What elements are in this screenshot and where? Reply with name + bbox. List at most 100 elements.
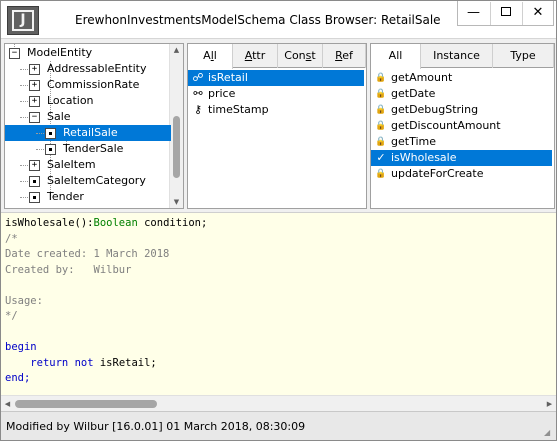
maximize-button[interactable]	[490, 2, 521, 25]
method-item[interactable]: 🔒 getTime	[371, 134, 552, 150]
lock-icon: 🔒	[375, 89, 387, 99]
properties-tab-label: t	[311, 49, 316, 62]
code-token: Date created: 1 March 2018	[5, 248, 170, 260]
method-item[interactable]: 🔒 updateForCreate	[371, 166, 552, 182]
expand-icon[interactable]: +	[29, 64, 40, 75]
code-token: isWholesale():	[5, 217, 94, 229]
class-browser-window: J ErewhonInvestmentsModelSchema Class Br…	[0, 0, 557, 441]
properties-tab[interactable]: Const	[278, 44, 323, 68]
methods-tab[interactable]: All	[371, 44, 421, 69]
expand-icon[interactable]: +	[29, 96, 40, 107]
method-item[interactable]: 🔒 getDate	[371, 86, 552, 102]
code-line: begin	[5, 340, 37, 355]
code-token: isRetail;	[93, 356, 157, 369]
resize-grip-icon[interactable]: ◢	[544, 428, 554, 438]
close-button[interactable]: ✕	[522, 2, 553, 25]
collapse-icon[interactable]: −	[29, 112, 40, 123]
editor-scroll-thumb[interactable]	[15, 400, 157, 408]
properties-tab[interactable]: Attr	[233, 44, 278, 68]
scroll-right-icon[interactable]: ▶	[543, 396, 556, 411]
code-token: condition;	[137, 217, 208, 229]
code-line: */	[5, 309, 18, 324]
methods-tab-label: All	[388, 49, 403, 62]
class-tree-item-label: Location	[47, 94, 94, 107]
lock-icon: 🔒	[375, 121, 387, 131]
maximize-icon	[501, 7, 511, 16]
scroll-up-icon[interactable]: ▲	[170, 44, 183, 56]
code-line: Created by: Wilbur	[5, 263, 131, 278]
properties-tabs: All Attr Const Ref	[188, 44, 366, 69]
method-item[interactable]: 🔒 getAmount	[371, 70, 552, 86]
reference-icon: ⚯	[193, 87, 203, 100]
title-bar[interactable]: J ErewhonInvestmentsModelSchema Class Br…	[1, 1, 556, 39]
app-icon[interactable]: J	[7, 6, 39, 35]
class-tree-item-label: TenderSale	[63, 142, 124, 155]
leaf-node-icon	[29, 192, 40, 203]
properties-panel: All Attr Const Ref ☍ isRetail ⚯ price ⚷ timeStam…	[187, 43, 367, 209]
tree-vertical-scrollbar[interactable]: ▲ ▼	[169, 44, 183, 208]
class-tree-item-label: SaleItemCategory	[47, 174, 146, 187]
tree-scroll-thumb[interactable]	[173, 116, 180, 178]
properties-tab-label: A	[203, 49, 211, 62]
class-tree-item[interactable]: + AddressableEntity	[5, 61, 171, 77]
code-line: end;	[5, 371, 30, 386]
method-item[interactable]: ✓ isWholesale	[371, 150, 552, 166]
properties-tab-label: A	[244, 49, 253, 62]
properties-tab[interactable]: Ref	[323, 44, 366, 68]
class-tree-item-label: CommissionRate	[47, 78, 140, 91]
code-token: /*	[5, 232, 18, 245]
lock-icon: 🔒	[375, 169, 387, 179]
methods-tab[interactable]: Type	[493, 44, 554, 68]
code-line: return not isRetail;	[5, 356, 157, 371]
class-tree-item[interactable]: + CommissionRate	[5, 77, 171, 93]
code-token: not	[74, 356, 94, 369]
class-tree-item[interactable]: RetailSale	[5, 125, 171, 141]
class-tree-panel[interactable]: ▲ ▼ − ModelEntity + AddressableEntity + Commi…	[4, 43, 184, 209]
property-item[interactable]: ⚯ price	[188, 86, 364, 102]
method-source-editor[interactable]: ◀ ▶ isWholesale():Boolean condition;/* Da…	[1, 212, 556, 411]
properties-tab-label: l	[213, 49, 217, 62]
method-item-label: getDiscountAmount	[391, 119, 501, 132]
check-icon: ✓	[376, 151, 386, 164]
scroll-down-icon[interactable]: ▼	[170, 196, 183, 208]
code-token: end;	[5, 372, 31, 384]
methods-tab-label: Type	[510, 49, 536, 62]
property-item[interactable]: ☍ isRetail	[188, 70, 364, 86]
method-item[interactable]: 🔒 getDebugString	[371, 102, 552, 118]
code-token: return	[30, 356, 69, 369]
methods-tabs: All Instance Type	[371, 44, 554, 69]
window-title: ErewhonInvestmentsModelSchema Class Brow…	[75, 13, 441, 27]
property-item[interactable]: ⚷ timeStamp	[188, 102, 364, 118]
lock-icon: 🔒	[375, 73, 387, 83]
class-tree-item[interactable]: + SaleItem	[5, 157, 171, 173]
class-tree-item[interactable]: + Location	[5, 93, 171, 109]
expand-icon[interactable]: +	[29, 160, 40, 171]
methods-panel: All Instance Type 🔒 getAmount 🔒 getDate 🔒 getDe…	[370, 43, 555, 209]
class-tree-item[interactable]: Tender	[5, 189, 171, 205]
minimize-button[interactable]: —	[458, 2, 489, 25]
class-tree-item[interactable]: − Sale	[5, 109, 171, 125]
leaf-node-icon	[45, 144, 56, 155]
methods-tab-label: Instance	[433, 49, 480, 62]
class-tree-item-label: Tender	[47, 190, 84, 203]
class-tree-item-label: SaleItem	[47, 158, 96, 171]
collapse-icon[interactable]: −	[9, 48, 20, 59]
scroll-left-icon[interactable]: ◀	[1, 396, 14, 411]
editor-horizontal-scrollbar[interactable]: ◀ ▶	[1, 395, 556, 411]
class-tree-item[interactable]: TenderSale	[5, 141, 171, 157]
methods-tab[interactable]: Instance	[421, 44, 493, 68]
class-tree-item-label: ModelEntity	[27, 46, 93, 59]
method-item-label: isWholesale	[391, 151, 457, 164]
expand-icon[interactable]: +	[29, 80, 40, 91]
method-item[interactable]: 🔒 getDiscountAmount	[371, 118, 552, 134]
properties-tab[interactable]: All	[188, 44, 233, 69]
lock-icon: 🔒	[375, 105, 387, 115]
link-icon: ☍	[192, 71, 204, 84]
status-bar: Modified by Wilbur [16.0.01] 01 March 20…	[1, 411, 556, 440]
property-item-label: timeStamp	[208, 103, 269, 116]
class-tree-item[interactable]: − ModelEntity	[5, 45, 171, 61]
code-line: isWholesale():Boolean condition;	[5, 216, 207, 231]
code-line: /*	[5, 232, 18, 247]
class-tree-item[interactable]: SaleItemCategory	[5, 173, 171, 189]
